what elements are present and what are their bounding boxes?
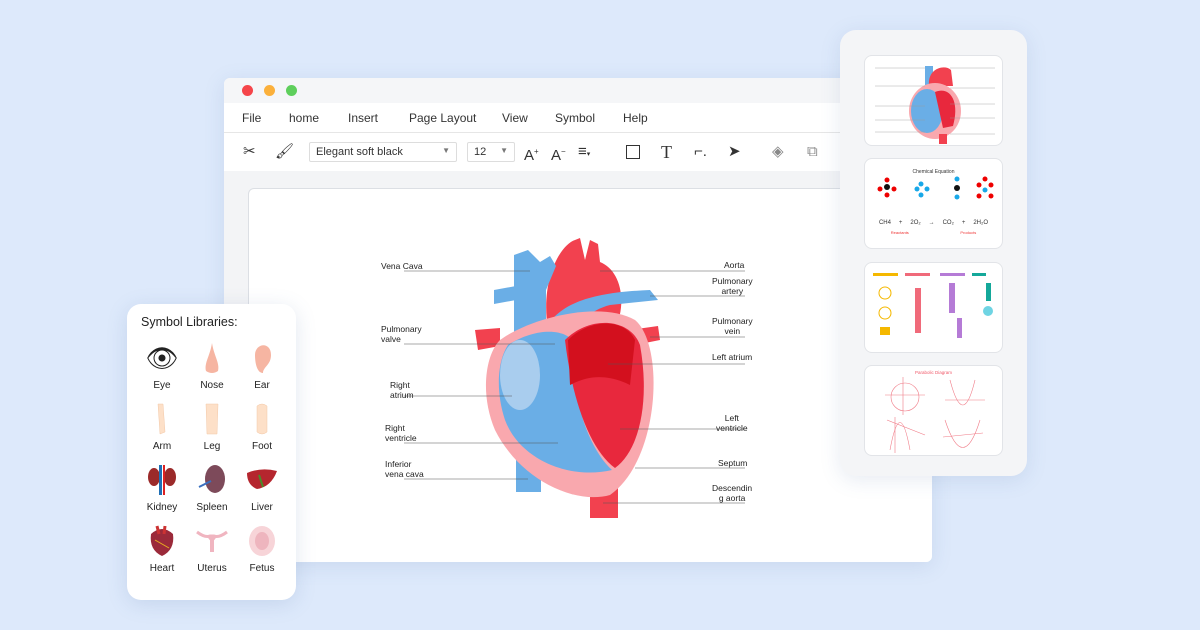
eq-term: CO₂ bbox=[942, 220, 954, 226]
label-descending-aorta: Descendin g aorta bbox=[712, 483, 753, 503]
symbol-spleen[interactable]: Spleen bbox=[184, 462, 240, 513]
label-right-atrium: Right atrium bbox=[390, 380, 414, 400]
symbol-arm[interactable]: Arm bbox=[134, 401, 190, 452]
symbol-label: Foot bbox=[251, 441, 272, 452]
kidney-icon bbox=[134, 462, 190, 498]
eq-term: 2O₂ bbox=[910, 220, 921, 226]
symbol-label: Kidney bbox=[146, 502, 178, 513]
pulley-thumbnail bbox=[873, 273, 993, 338]
symbol-ear[interactable]: Ear bbox=[234, 340, 290, 391]
label-vena-cava: Vena Cava bbox=[381, 261, 423, 271]
foot-icon bbox=[234, 401, 290, 437]
template-heart[interactable] bbox=[864, 55, 1003, 146]
eq-term: + bbox=[898, 220, 903, 226]
liver-icon bbox=[234, 462, 290, 498]
symbol-label: Fetus bbox=[249, 563, 275, 574]
template-panel: Chemical Equation CH4 +2O₂ → CO₂ +2H₂O React… bbox=[840, 30, 1027, 476]
symbol-heart[interactable]: Heart bbox=[134, 523, 190, 574]
symbol-label: Leg bbox=[203, 441, 221, 452]
symbol-fetus[interactable]: Fetus bbox=[234, 523, 290, 574]
fetus-icon bbox=[234, 523, 290, 559]
parabola-thumbnail bbox=[885, 377, 985, 453]
label-pulmonary-valve: Pulmonary valve bbox=[381, 324, 422, 344]
label-pulmonary-vein: Pulmonary vein bbox=[712, 316, 753, 336]
label-right-ventricle: Right ventricle bbox=[385, 423, 417, 443]
label-aorta: Aorta bbox=[724, 260, 745, 270]
eq-term: + bbox=[961, 220, 966, 226]
symbol-library-panel: Symbol Libraries: 👁 Eye Nose Ear Arm Leg Foot K… bbox=[127, 304, 296, 600]
symbol-label: Ear bbox=[254, 380, 270, 391]
eq-term: 2H₂O bbox=[973, 220, 988, 226]
template-chemical-equation[interactable]: Chemical Equation CH4 +2O₂ → CO₂ +2H₂O React… bbox=[864, 158, 1003, 249]
symbol-leg[interactable]: Leg bbox=[184, 401, 240, 452]
eye-icon: 👁 bbox=[145, 342, 179, 373]
heart-icon bbox=[134, 523, 190, 559]
left-atrium-shape bbox=[568, 323, 635, 385]
template-pulleys[interactable] bbox=[864, 262, 1003, 353]
symbol-label: Nose bbox=[200, 380, 224, 391]
ear-icon bbox=[234, 340, 290, 376]
label-septum: Septum bbox=[718, 458, 748, 468]
right-atrium-shape bbox=[500, 340, 540, 410]
symbol-foot[interactable]: Foot bbox=[234, 401, 290, 452]
molecules-thumbnail bbox=[877, 176, 994, 200]
eq-term: CH4 bbox=[878, 220, 891, 226]
symbol-label: Arm bbox=[152, 441, 172, 452]
symbol-label: Uterus bbox=[197, 563, 227, 574]
equation-captions: Reactants Products bbox=[865, 230, 1002, 235]
symbol-label: Liver bbox=[251, 502, 273, 513]
eq-term: → bbox=[928, 220, 935, 226]
heart-illustration bbox=[475, 238, 660, 518]
label-left-atrium: Left atrium bbox=[712, 352, 753, 362]
symbol-label: Spleen bbox=[196, 502, 228, 513]
spleen-icon bbox=[184, 462, 240, 498]
symbol-nose[interactable]: Nose bbox=[184, 340, 240, 391]
symbol-kidney[interactable]: Kidney bbox=[134, 462, 190, 513]
label-inferior-vena-cava: Inferior vena cava bbox=[385, 459, 424, 479]
symbol-library-title: Symbol Libraries: bbox=[141, 315, 238, 329]
products-label: Products bbox=[960, 230, 977, 235]
label-left-ventricle: Left ventricle bbox=[716, 413, 748, 433]
label-pulmonary-artery: Pulmonary artery bbox=[712, 276, 753, 296]
arm-icon bbox=[134, 401, 190, 437]
leg-icon bbox=[184, 401, 240, 437]
heart-thumbnail bbox=[875, 66, 995, 144]
symbol-liver[interactable]: Liver bbox=[234, 462, 290, 513]
symbol-uterus[interactable]: Uterus bbox=[184, 523, 240, 574]
symbol-label: Eye bbox=[153, 380, 171, 391]
reactants-label: Reactants bbox=[890, 230, 909, 235]
equation-row: CH4 +2O₂ → CO₂ +2H₂O bbox=[865, 220, 1002, 226]
nose-icon bbox=[184, 340, 240, 376]
symbol-label: Heart bbox=[149, 563, 175, 574]
symbol-eye[interactable]: 👁 Eye bbox=[134, 340, 190, 392]
template-parabolic[interactable]: Parabolic Diagram bbox=[864, 365, 1003, 456]
uterus-icon bbox=[184, 523, 240, 559]
